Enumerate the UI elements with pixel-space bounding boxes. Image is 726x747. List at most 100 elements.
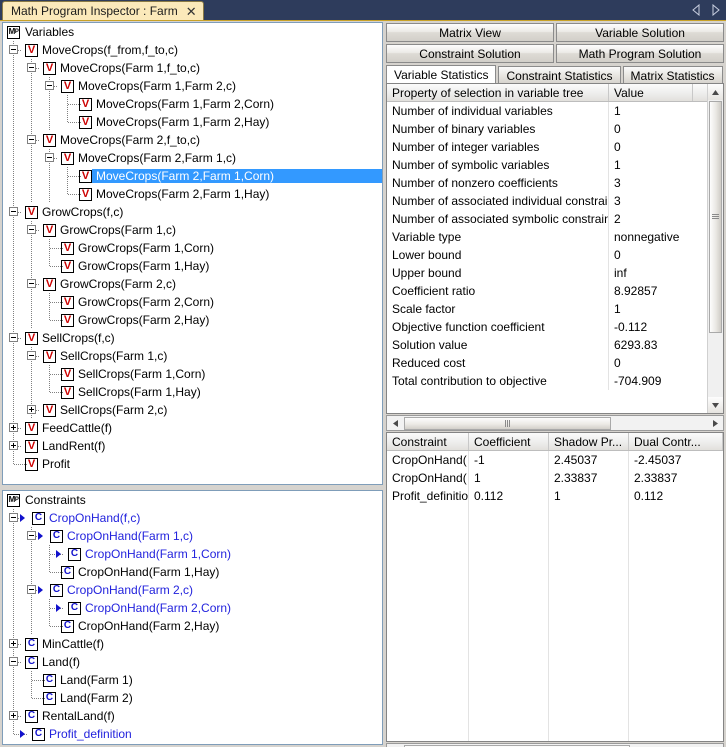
view-button-variable-solution[interactable]: Variable Solution	[556, 23, 724, 42]
scroll-up-icon[interactable]	[708, 84, 723, 100]
tree-node[interactable]: V MoveCrops(Farm 2,f_to,c)	[3, 131, 382, 149]
table-row[interactable]: Variable type nonnegative	[387, 228, 723, 246]
tree-node[interactable]: V MoveCrops(Farm 1,Farm 2,Hay)	[3, 113, 382, 131]
column-header[interactable]: Constraint	[387, 433, 469, 450]
expand-icon[interactable]	[9, 711, 18, 720]
column-header[interactable]: Value	[609, 84, 693, 101]
expand-icon[interactable]	[27, 405, 36, 414]
tree-node[interactable]: C CropOnHand(Farm 1,Corn)	[3, 545, 382, 563]
tree-node[interactable]: V MoveCrops(Farm 2,Farm 1,c)	[3, 149, 382, 167]
properties-hscroll-thumb[interactable]	[404, 417, 611, 430]
table-row[interactable]: Profit_definitio 0.112 1 0.112	[387, 487, 723, 505]
table-row[interactable]: Number of associated symbolic constraint…	[387, 210, 723, 228]
tree-node[interactable]: V MoveCrops(Farm 2,Farm 1,Corn)	[3, 167, 382, 185]
collapse-icon[interactable]	[27, 585, 36, 594]
tree-node[interactable]: V MoveCrops(Farm 1,Farm 2,Corn)	[3, 95, 382, 113]
properties-vertical-scrollbar[interactable]	[707, 84, 723, 413]
tree-node[interactable]: C CropOnHand(Farm 1,c)	[3, 527, 382, 545]
collapse-icon[interactable]	[27, 225, 36, 234]
collapse-icon[interactable]	[27, 351, 36, 360]
tree-node[interactable]: C CropOnHand(Farm 2,c)	[3, 581, 382, 599]
table-row[interactable]: Coefficient ratio 8.92857	[387, 282, 723, 300]
tree-node[interactable]: V MoveCrops(Farm 1,Farm 2,c)	[3, 77, 382, 95]
tree-node[interactable]: C Land(Farm 1)	[3, 671, 382, 689]
table-row[interactable]: Reduced cost 0	[387, 354, 723, 372]
associated-horizontal-scrollbar[interactable]	[386, 743, 724, 747]
tree-node[interactable]: C CropOnHand(Farm 2,Hay)	[3, 617, 382, 635]
tree-node[interactable]: V GrowCrops(Farm 1,Hay)	[3, 257, 382, 275]
scroll-down-icon[interactable]	[708, 397, 723, 413]
tree-node[interactable]: C Land(f)	[3, 653, 382, 671]
table-row[interactable]: Upper bound inf	[387, 264, 723, 282]
view-button-matrix-view[interactable]: Matrix View	[386, 23, 554, 42]
column-header[interactable]: Dual Contr...	[629, 433, 723, 450]
collapse-icon[interactable]	[45, 153, 54, 162]
scroll-left-icon[interactable]	[387, 416, 403, 431]
table-row[interactable]: Number of symbolic variables 1	[387, 156, 723, 174]
constraints-tree-root[interactable]: MP Constraints	[3, 491, 382, 509]
document-tab-farm[interactable]: Math Program Inspector : Farm ✕	[2, 1, 204, 20]
collapse-icon[interactable]	[9, 333, 18, 342]
tab-variable-statistics[interactable]: Variable Statistics	[386, 65, 497, 84]
collapse-icon[interactable]	[45, 81, 54, 90]
tree-node[interactable]: V MoveCrops(Farm 1,f_to,c)	[3, 59, 382, 77]
properties-horizontal-scrollbar[interactable]	[386, 415, 724, 431]
tree-node[interactable]: V LandRent(f)	[3, 437, 382, 455]
tree-node[interactable]: C CropOnHand(Farm 1,Hay)	[3, 563, 382, 581]
table-row[interactable]: Number of binary variables 0	[387, 120, 723, 138]
collapse-icon[interactable]	[27, 531, 36, 540]
column-header[interactable]: Property of selection in variable tree	[387, 84, 609, 101]
tree-node[interactable]: V GrowCrops(Farm 1,Corn)	[3, 239, 382, 257]
tree-node[interactable]: C MinCattle(f)	[3, 635, 382, 653]
table-row[interactable]: Solution value 6293.83	[387, 336, 723, 354]
close-icon[interactable]: ✕	[186, 5, 197, 18]
tree-node[interactable]: V MoveCrops(Farm 2,Farm 1,Hay)	[3, 185, 382, 203]
tab-constraint-statistics[interactable]: Constraint Statistics	[498, 66, 621, 84]
tree-node[interactable]: V SellCrops(Farm 2,c)	[3, 401, 382, 419]
tree-node[interactable]: C CropOnHand(f,c)	[3, 509, 382, 527]
tree-node[interactable]: V SellCrops(Farm 1,c)	[3, 347, 382, 365]
table-row[interactable]: Objective function coefficient -0.112	[387, 318, 723, 336]
column-header[interactable]: Shadow Pr...	[549, 433, 629, 450]
collapse-icon[interactable]	[27, 63, 36, 72]
collapse-icon[interactable]	[27, 279, 36, 288]
variables-tree-root[interactable]: MP Variables	[3, 23, 382, 41]
table-row[interactable]: Number of associated individual constrai…	[387, 192, 723, 210]
constraints-tree-panel[interactable]: MP Constraints C CropOnHand(f,c) C CropOnHa…	[2, 490, 383, 745]
tree-node[interactable]: V Profit	[3, 455, 382, 473]
table-row[interactable]: Total contribution to objective -704.909	[387, 372, 723, 390]
tree-node[interactable]: V GrowCrops(Farm 2,c)	[3, 275, 382, 293]
tab-matrix-statistics[interactable]: Matrix Statistics	[622, 66, 723, 84]
collapse-icon[interactable]	[9, 207, 18, 216]
tree-node[interactable]: V MoveCrops(f_from,f_to,c)	[3, 41, 382, 59]
expand-icon[interactable]	[9, 423, 18, 432]
tree-node[interactable]: V GrowCrops(Farm 1,c)	[3, 221, 382, 239]
table-row[interactable]: Number of nonzero coefficients 3	[387, 174, 723, 192]
properties-scroll-thumb[interactable]	[709, 101, 722, 333]
chevron-left-icon[interactable]	[692, 4, 701, 16]
collapse-icon[interactable]	[9, 45, 18, 54]
tree-node[interactable]: C Land(Farm 2)	[3, 689, 382, 707]
tree-node[interactable]: V SellCrops(f,c)	[3, 329, 382, 347]
table-row[interactable]: Lower bound 0	[387, 246, 723, 264]
tree-node[interactable]: C RentalLand(f)	[3, 707, 382, 725]
tree-node[interactable]: V GrowCrops(Farm 2,Hay)	[3, 311, 382, 329]
tree-node[interactable]: V GrowCrops(f,c)	[3, 203, 382, 221]
table-row[interactable]: CropOnHand(1 2.33837 2.33837	[387, 469, 723, 487]
column-header[interactable]: Coefficient	[469, 433, 549, 450]
variable-properties-grid[interactable]: Property of selection in variable tree Va…	[386, 83, 724, 414]
tree-node[interactable]: V SellCrops(Farm 1,Hay)	[3, 383, 382, 401]
view-button-math-program-solution[interactable]: Math Program Solution	[556, 44, 724, 63]
associated-constraints-grid[interactable]: Constraint Coefficient Shadow Pr... Dual Co…	[386, 432, 724, 742]
chevron-right-icon[interactable]	[711, 4, 720, 16]
variables-tree-panel[interactable]: MP Variables V MoveCrops(f_from,f_to,c) V M…	[2, 22, 383, 485]
collapse-icon[interactable]	[9, 657, 18, 666]
collapse-icon[interactable]	[27, 135, 36, 144]
tree-node[interactable]: V GrowCrops(Farm 2,Corn)	[3, 293, 382, 311]
table-row[interactable]: CropOnHand(-1 2.45037 -2.45037	[387, 451, 723, 469]
scroll-right-icon[interactable]	[707, 416, 723, 431]
table-row[interactable]: Number of integer variables 0	[387, 138, 723, 156]
table-row[interactable]: Number of individual variables 1	[387, 102, 723, 120]
tree-node[interactable]: C Profit_definition	[3, 725, 382, 743]
tree-node[interactable]: V SellCrops(Farm 1,Corn)	[3, 365, 382, 383]
